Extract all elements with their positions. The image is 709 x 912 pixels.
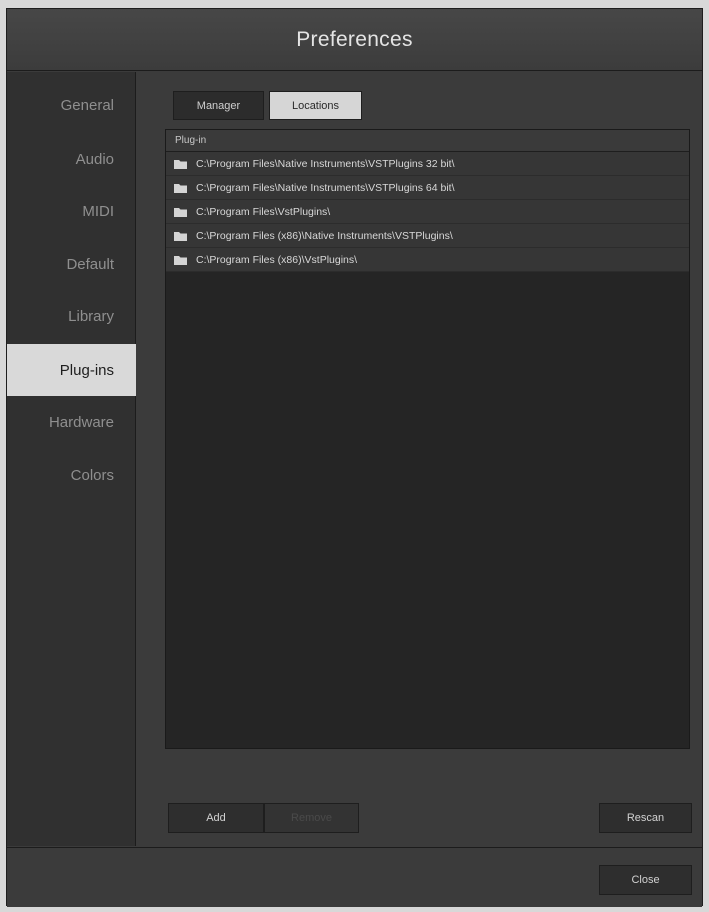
sidebar-item-label: Colors: [70, 466, 114, 484]
sidebar-item-label: Audio: [75, 150, 114, 168]
folder-icon: [174, 159, 187, 169]
sidebar-item-plug-ins[interactable]: Plug-ins: [7, 344, 136, 396]
sidebar-item-default[interactable]: Default: [7, 238, 136, 290]
plugin-path: C:\Program Files\Native Instruments\VSTP…: [196, 181, 455, 194]
sidebar-item-label: Library: [68, 307, 114, 325]
button-label: Rescan: [626, 812, 665, 824]
list-item[interactable]: C:\Program Files (x86)\Native Instrument…: [166, 224, 689, 248]
list-item[interactable]: C:\Program Files\VstPlugins\: [166, 200, 689, 224]
close-button[interactable]: Close: [599, 865, 692, 895]
sidebar-item-label: Default: [66, 255, 114, 273]
plugin-path: C:\Program Files\VstPlugins\: [196, 205, 331, 218]
sidebar-item-colors[interactable]: Colors: [7, 449, 136, 501]
tab-label: Locations: [291, 99, 340, 112]
add-button[interactable]: Add: [168, 803, 264, 833]
folder-icon: [174, 183, 187, 193]
folder-icon: [174, 207, 187, 217]
plug-ins-panel: Manager Locations Plug-in C:\Program Fil…: [137, 72, 702, 846]
sidebar-item-label: Plug-ins: [59, 361, 114, 379]
sidebar-item-label: Hardware: [48, 413, 114, 431]
tab-manager[interactable]: Manager: [173, 91, 264, 120]
sidebar-item-general[interactable]: General: [7, 79, 136, 131]
list-item[interactable]: C:\Program Files (x86)\VstPlugins\: [166, 248, 689, 272]
title-bar: Preferences: [7, 9, 702, 71]
folder-icon: [174, 255, 187, 265]
folder-icon: [174, 231, 187, 241]
remove-button[interactable]: Remove: [264, 803, 359, 833]
sidebar-item-audio[interactable]: Audio: [7, 133, 136, 185]
preferences-window: Preferences General Audio MIDI Default L…: [6, 8, 703, 907]
tab-locations[interactable]: Locations: [269, 91, 362, 120]
plugin-locations-list[interactable]: Plug-in C:\Program Files\Native Instrume…: [165, 129, 690, 749]
tab-label: Manager: [196, 99, 241, 112]
button-label: Close: [631, 874, 660, 886]
plugin-path: C:\Program Files (x86)\Native Instrument…: [196, 229, 453, 242]
sidebar-item-midi[interactable]: MIDI: [7, 185, 136, 237]
button-label: Add: [206, 812, 226, 824]
sidebar-item-library[interactable]: Library: [7, 290, 136, 342]
window-title: Preferences: [296, 27, 413, 51]
list-item[interactable]: C:\Program Files\Native Instruments\VSTP…: [166, 152, 689, 176]
sidebar: General Audio MIDI Default Library Plug-…: [7, 72, 136, 846]
list-header: Plug-in: [166, 130, 689, 152]
button-label: Remove: [291, 812, 332, 824]
sidebar-item-label: MIDI: [82, 202, 114, 220]
column-header-plug-in: Plug-in: [175, 135, 207, 146]
list-item[interactable]: C:\Program Files\Native Instruments\VSTP…: [166, 176, 689, 200]
footer-bar: Close: [7, 847, 702, 907]
plugin-path: C:\Program Files (x86)\VstPlugins\: [196, 253, 358, 266]
plugin-path: C:\Program Files\Native Instruments\VSTP…: [196, 157, 455, 170]
sidebar-item-label: General: [60, 96, 114, 114]
sidebar-item-hardware[interactable]: Hardware: [7, 396, 136, 448]
rescan-button[interactable]: Rescan: [599, 803, 692, 833]
